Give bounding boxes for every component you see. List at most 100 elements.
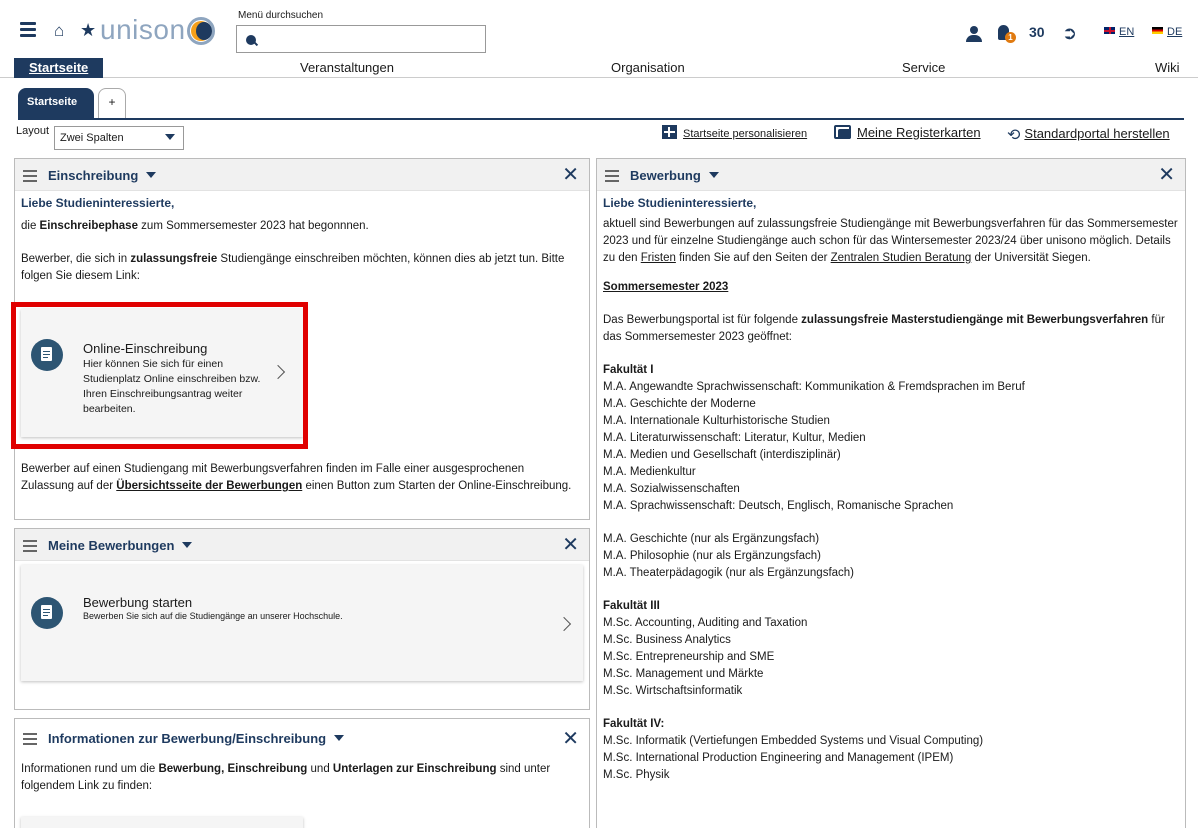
portlet-menu-icon[interactable] [23,540,37,555]
add-tab-button[interactable]: + [98,88,126,118]
user-icon[interactable] [965,25,983,45]
tabs-icon [834,125,851,139]
list-item: M.Sc. Entrepreneurship and SME [603,651,775,663]
portlet-header: Meine Bewerbungen ✕ [15,529,589,561]
chevron-down-icon [334,735,345,741]
fristen-link[interactable]: Fristen [641,252,676,264]
my-tabs-label: Meine Registerkarten [857,125,981,140]
portlet-title[interactable]: Bewerbung [630,168,719,183]
list-item: M.A. Literaturwissenschaft: Literatur, K… [603,432,866,444]
star-icon[interactable]: ★ [80,20,96,41]
fakultaet-1-heading: Fakultät I [603,364,654,376]
layout-select-value: Zwei Spalten [60,132,124,144]
close-icon[interactable]: ✕ [1158,165,1175,185]
text-phase: die Einschreibephase zum Sommersemester … [21,220,369,232]
portlet-bewerbung: Bewerbung ✕ Liebe Studieninteressierte, … [596,158,1186,828]
fakultaet-3-list: M.Sc. Accounting, Auditing and Taxation … [603,615,1179,700]
portlet-title[interactable]: Einschreibung [48,168,157,183]
notification-badge: 1 [1005,32,1016,43]
chevron-down-icon [708,172,719,178]
tab-divider [18,118,1184,120]
my-tabs-link[interactable]: Meine Registerkarten [834,125,981,140]
bewerbung-starten-card[interactable]: Bewerbung starten Bewerben Sie sich auf … [21,565,583,681]
list-item: M.A. Sprachwissenschaft: Deutsch, Englis… [603,500,954,512]
list-item: M.Sc. International Production Engineeri… [603,752,954,764]
chevron-right-icon [556,616,572,632]
nav-organisation[interactable]: Organisation [611,60,685,75]
close-icon[interactable]: ✕ [562,165,579,185]
reset-portal-link[interactable]: ⟲ Standardportal herstellen [1007,125,1170,145]
search-input[interactable] [236,25,486,53]
list-item: M.A. Sozialwissenschaften [603,483,740,495]
nav-wiki[interactable]: Wiki [1155,60,1180,75]
document-icon [31,597,63,629]
fakultaet-1-extra-list: M.A. Geschichte (nur als Ergänzungsfach)… [603,531,1179,582]
portal-text: Das Bewerbungsportal ist für folgende zu… [603,314,1165,343]
nav-veranstaltungen[interactable]: Veranstaltungen [300,60,394,75]
notification-bell-icon[interactable]: 1 [996,25,1018,45]
language-en-link[interactable]: EN [1104,26,1134,38]
portlet-menu-icon[interactable] [23,733,37,748]
personalize-label: Startseite personalisieren [683,128,808,140]
card-text: Bewerben Sie sich auf die Studiengänge a… [83,611,343,621]
logo-text: unison [100,14,186,45]
portlet-body: Liebe Studieninteressierte, die Einschre… [15,191,589,289]
uebersicht-link[interactable]: Übersichtsseite der Bewerbungen [116,480,302,492]
logout-icon[interactable]: ➲ [1062,24,1080,42]
list-item: M.A. Internationale Kulturhistorische St… [603,415,830,427]
personalize-link[interactable]: Startseite personalisieren [662,125,807,140]
portlet-body: Informationen rund um die Bewerbung, Ein… [15,757,589,799]
info-link-card[interactable] [21,817,303,828]
search-label: Menü durchsuchen [238,10,324,21]
nav-service[interactable]: Service [902,60,945,75]
list-item: M.Sc. Informatik (Vertiefungen Embedded … [603,735,984,747]
portlet-header: Einschreibung ✕ [15,159,589,191]
reset-icon: ⟲ [1007,127,1021,144]
list-item: M.Sc. Business Analytics [603,634,731,646]
portlet-header: Bewerbung ✕ [597,159,1185,191]
portlet-body: Liebe Studieninteressierte, aktuell sind… [597,191,1185,788]
fakultaet-4-list: M.Sc. Informatik (Vertiefungen Embedded … [603,733,1179,784]
portlet-menu-icon[interactable] [23,170,37,185]
logo-mark-icon [187,17,215,45]
text-bewerbungsverfahren: Bewerber auf einen Studiengang mit Bewer… [21,463,572,492]
portlet-title[interactable]: Meine Bewerbungen [48,538,193,553]
portlet-title[interactable]: Informationen zur Bewerbung/Einschreibun… [48,731,345,746]
search-icon [246,35,256,45]
list-item: M.A. Medienkultur [603,466,696,478]
fakultaet-3-heading: Fakultät III [603,600,660,612]
logo[interactable]: unison [100,14,186,46]
portlet-title-text: Informationen zur Bewerbung/Einschreibun… [48,731,327,746]
list-item: M.A. Philosophie (nur als Ergänzungsfach… [603,550,821,562]
portlet-title-text: Bewerbung [630,168,701,183]
home-icon[interactable]: ⌂ [54,21,64,41]
list-item: M.A. Angewandte Sprachwissenschaft: Komm… [603,381,1025,393]
list-item: M.A. Geschichte der Moderne [603,398,756,410]
grid-icon [662,125,677,139]
list-item: M.Sc. Physik [603,769,670,781]
reset-portal-label: Standardportal herstellen [1024,126,1170,141]
list-item: M.A. Geschichte (nur als Ergänzungsfach) [603,533,820,545]
language-en-label: EN [1119,26,1135,38]
language-de-link[interactable]: DE [1152,26,1182,38]
menu-icon[interactable] [20,22,36,38]
fakultaet-4-heading: Fakultät IV: [603,718,665,730]
card-title: Bewerbung starten [83,595,193,610]
list-item: M.A. Medien und Gesellschaft (interdiszi… [603,449,841,461]
portlet-informationen: Informationen zur Bewerbung/Einschreibun… [14,718,590,828]
highlight-frame [11,302,308,449]
list-item: M.A. Theaterpädagogik (nur als Ergänzung… [603,567,855,579]
close-icon[interactable]: ✕ [562,729,579,749]
nav-startseite[interactable]: Startseite [14,58,104,78]
close-icon[interactable]: ✕ [562,535,579,555]
portlet-menu-icon[interactable] [605,170,619,185]
intro-text: aktuell sind Bewerbungen auf zulassungsf… [603,218,1178,264]
info-text: Informationen rund um die Bewerbung, Ein… [21,763,551,792]
tab-startseite[interactable]: Startseite [18,88,94,118]
chevron-down-icon [146,172,157,178]
session-timer: 30 [1029,24,1045,40]
layout-select[interactable]: Zwei Spalten [54,126,184,150]
list-item: M.Sc. Management und Märkte [603,668,764,680]
zsb-link[interactable]: Zentralen Studien Beratung [831,252,972,264]
chevron-down-icon [182,542,193,548]
